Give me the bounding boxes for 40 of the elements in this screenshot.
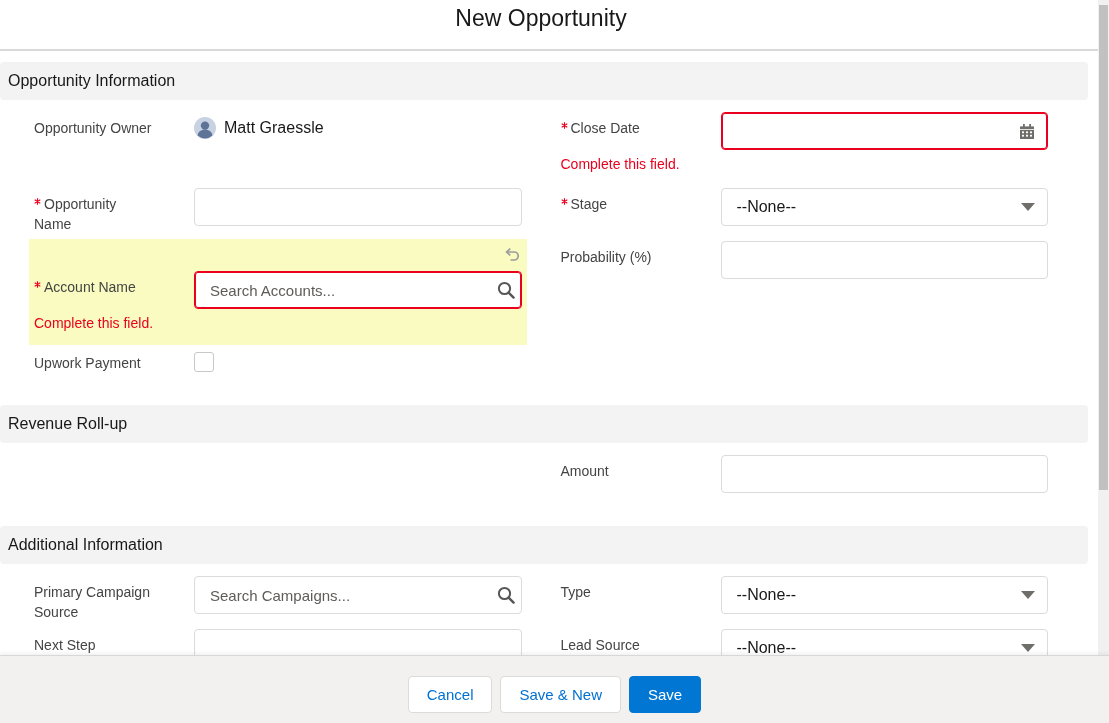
search-field[interactable]: Search Accounts... [194,271,522,309]
calendar-icon[interactable] [1020,124,1034,139]
caret-icon [1021,644,1035,652]
secondary-button[interactable]: Save & New [500,676,621,713]
field-label: Close Date [570,120,640,136]
section-header: Revenue Roll-up [0,405,1088,443]
owner-name: Matt Graessle [224,118,324,138]
field-label: Lead Source [560,637,640,653]
field-label: Probability (%) [560,249,652,265]
secondary-button[interactable]: Cancel [407,676,493,713]
text-field[interactable] [720,241,1048,279]
field-label: Type [560,584,591,600]
field-label: Next Step [34,637,96,653]
search-icon [496,586,515,604]
scrollbar-thumb[interactable] [1099,5,1108,490]
checkbox[interactable] [194,352,214,372]
field-label: Upwork Payment [34,355,141,371]
select-field[interactable]: --None-- [720,188,1048,226]
section-header: Opportunity Information [0,62,1088,100]
field-label: Amount [560,463,609,479]
search-icon [496,281,515,299]
date-field[interactable] [720,112,1048,150]
field-label: Account Name [44,279,136,295]
text-field[interactable] [720,455,1048,493]
primary-button[interactable]: Save [629,676,702,713]
window-title: New Opportunity [455,4,627,32]
caret-icon [1021,203,1035,211]
field-label: Opportunity Name [34,196,117,232]
error-message: Complete this field. [34,314,155,332]
select-field[interactable]: --None-- [720,576,1048,614]
field-label: Opportunity Owner [34,120,152,136]
select-field[interactable]: --None-- [720,629,1048,655]
avatar-icon [194,117,216,139]
field-label: Primary Campaign Source [34,584,150,620]
field-label: Stage [570,196,608,212]
section-header: Additional Information [0,526,1088,564]
undo-icon[interactable] [503,246,520,262]
error-message: Complete this field. [560,155,681,173]
caret-icon [1021,591,1035,599]
text-field[interactable] [194,188,522,226]
